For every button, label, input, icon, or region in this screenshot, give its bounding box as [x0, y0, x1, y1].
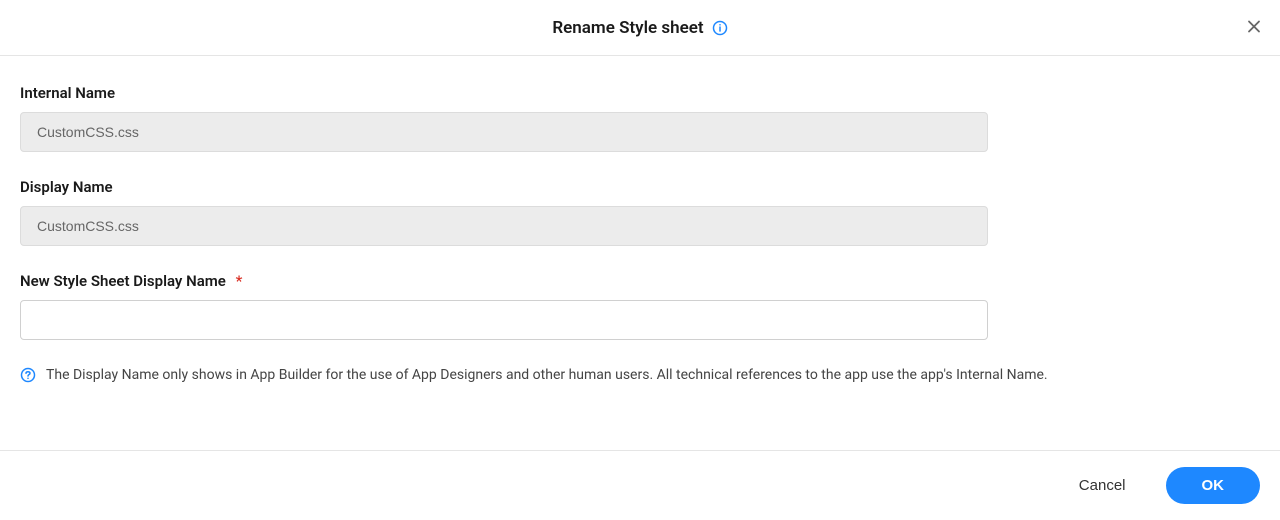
help-icon[interactable]: [20, 367, 36, 383]
form-group-display-name: Display Name: [20, 178, 1260, 246]
form-group-internal-name: Internal Name: [20, 84, 1260, 152]
required-asterisk: *: [236, 272, 243, 290]
new-display-name-field[interactable]: [20, 300, 988, 340]
dialog-title: Rename Style sheet: [552, 18, 703, 38]
new-display-name-label: New Style Sheet Display Name *: [20, 272, 1260, 290]
dialog-body: Internal Name Display Name New Style She…: [0, 56, 1280, 406]
info-icon[interactable]: [712, 20, 728, 36]
dialog-footer: Cancel OK: [0, 450, 1280, 520]
help-row: The Display Name only shows in App Build…: [20, 366, 1260, 386]
form-group-new-display-name: New Style Sheet Display Name *: [20, 272, 1260, 340]
help-text: The Display Name only shows in App Build…: [46, 366, 1048, 386]
internal-name-label: Internal Name: [20, 84, 1260, 102]
internal-name-field: [20, 112, 988, 152]
display-name-label: Display Name: [20, 178, 1260, 196]
ok-button[interactable]: OK: [1166, 467, 1261, 504]
dialog-header: Rename Style sheet: [0, 0, 1280, 56]
close-icon: [1246, 18, 1262, 37]
new-display-name-label-text: New Style Sheet Display Name: [20, 272, 226, 290]
display-name-field: [20, 206, 988, 246]
dialog-title-wrap: Rename Style sheet: [552, 18, 727, 38]
close-button[interactable]: [1242, 14, 1266, 41]
cancel-button[interactable]: Cancel: [1067, 469, 1138, 502]
